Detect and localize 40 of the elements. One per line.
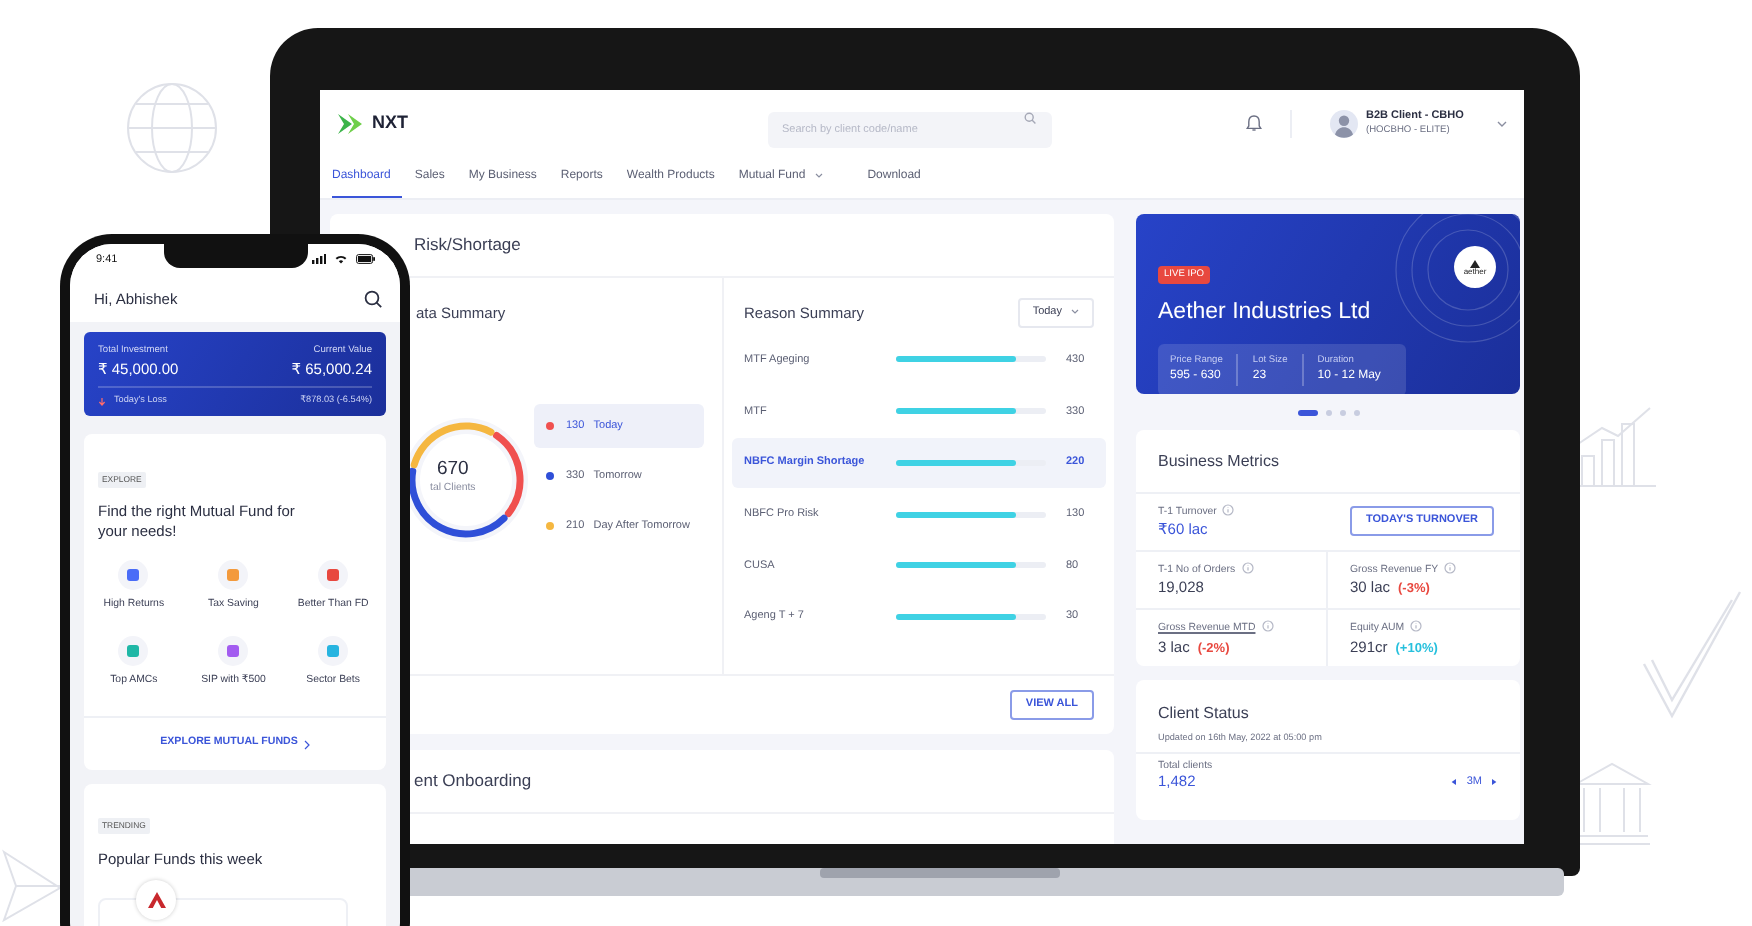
info-icon — [1444, 561, 1457, 573]
battery-icon — [356, 254, 376, 265]
card-title: Client Status — [1158, 703, 1249, 725]
caret-left-icon — [1450, 777, 1459, 786]
category-icon — [118, 636, 149, 667]
info-icon — [1222, 504, 1235, 516]
category-icon — [318, 636, 349, 667]
chevron-down-icon — [1496, 119, 1508, 127]
card-title: ent Onboarding — [414, 768, 532, 794]
info-icon — [1241, 561, 1254, 573]
chevron-right-icon — [303, 739, 310, 749]
search-icon — [1024, 111, 1036, 123]
total-count: 670 — [436, 459, 469, 478]
phone-notch — [163, 244, 307, 268]
carousel-dot[interactable] — [1353, 409, 1359, 415]
avatar-icon — [1330, 109, 1358, 137]
logo-icon — [1470, 259, 1480, 267]
category-icon — [218, 636, 249, 667]
signal-icon — [312, 254, 326, 265]
category-icon — [318, 560, 349, 591]
card-title: Risk/Shortage — [414, 232, 521, 258]
paper-plane-drawing — [0, 844, 64, 926]
logo-icon — [336, 111, 364, 135]
info-icon — [1410, 619, 1423, 632]
card-title: Business Metrics — [1158, 449, 1279, 473]
logo-text: NXT — [372, 109, 408, 136]
company-name: Aether Industries Ltd — [1158, 298, 1373, 328]
caret-right-icon — [1490, 777, 1498, 786]
category-icon — [118, 560, 149, 591]
category-icon — [218, 560, 249, 591]
search-icon — [364, 289, 382, 308]
wifi-icon — [334, 254, 348, 265]
fund-logo-icon — [147, 892, 165, 909]
chevron-down-icon — [813, 172, 824, 180]
carousel-dot[interactable] — [1339, 409, 1345, 415]
chevron-down-icon — [1070, 307, 1080, 316]
bell-icon — [1246, 114, 1262, 132]
carousel-dot[interactable] — [1325, 409, 1331, 415]
info-icon — [1261, 619, 1274, 632]
down-arrow-icon — [98, 397, 106, 406]
